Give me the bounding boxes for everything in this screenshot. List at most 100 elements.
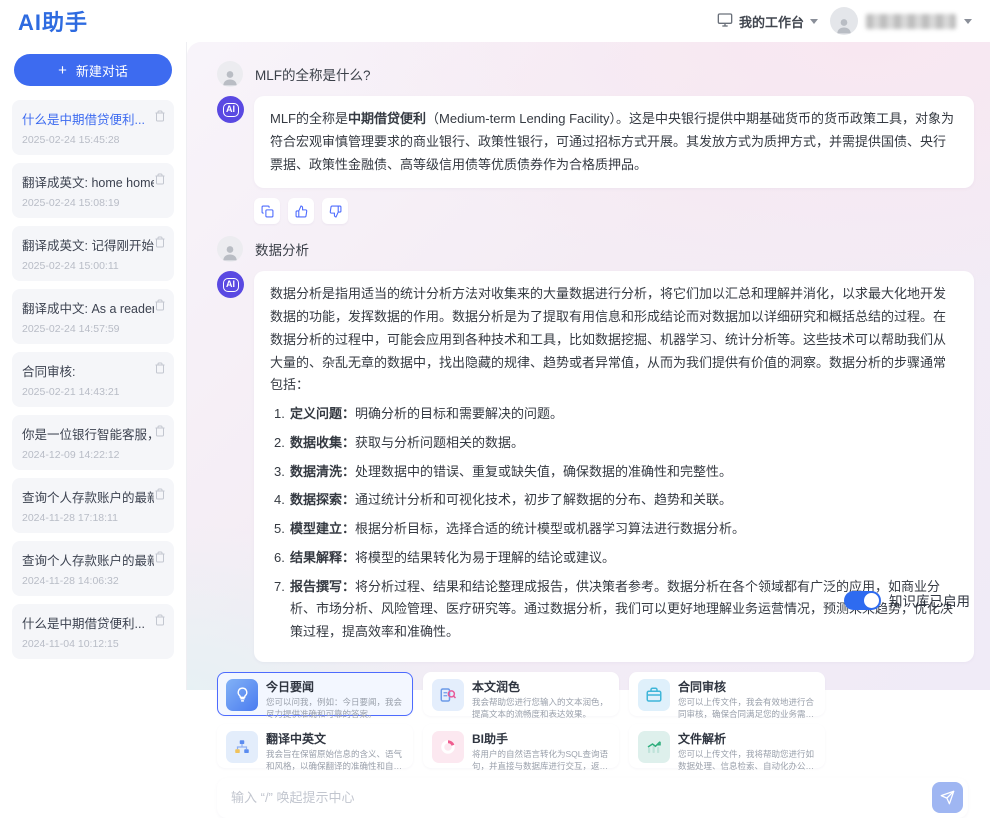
- document-search-icon: [432, 679, 464, 711]
- history-title: 你是一位银行智能客服，...: [22, 424, 154, 443]
- monitor-icon: [717, 12, 733, 31]
- history-time: 2024-11-04 10:12:15: [22, 638, 164, 650]
- history-title: 翻译成中文: As a reader...: [22, 298, 154, 317]
- chevron-down-icon: [810, 19, 818, 24]
- thumbs-up-button[interactable]: [288, 198, 314, 224]
- top-bar: AI助手 我的工作台: [0, 0, 990, 42]
- history-title: 翻译成英文: 记得刚开始...: [22, 235, 154, 254]
- history-item[interactable]: 翻译成英文: home home 2025-02-24 15:08:19: [12, 163, 174, 218]
- history-time: 2025-02-24 15:08:19: [22, 197, 164, 209]
- list-item: 结果解释：将模型的结果转化为易于理解的结论或建议。: [270, 547, 958, 570]
- feature-card-bi[interactable]: BI助手 将用户的自然语言转化为SQL查询语句，并直接与数据库进行交互，返回智能…: [423, 724, 619, 768]
- feature-desc: 我会帮助您进行您输入的文本润色，提高文本的流畅度和表达效果。: [472, 697, 610, 721]
- knowledge-base-toggle-group: 知识库已启用: [844, 590, 970, 610]
- copy-button[interactable]: [254, 198, 280, 224]
- ai-text-bold: 中期借贷便利: [348, 111, 426, 126]
- trash-icon[interactable]: [154, 361, 166, 379]
- history-title: 什么是中期借贷便利...: [22, 109, 154, 128]
- trash-icon[interactable]: [154, 424, 166, 442]
- history-item[interactable]: 翻译成英文: 记得刚开始... 2025-02-24 15:00:11: [12, 226, 174, 281]
- user-avatar-icon: [217, 236, 243, 262]
- trash-icon[interactable]: [154, 550, 166, 568]
- plus-icon: +: [58, 63, 67, 78]
- lightbulb-icon: [226, 679, 258, 711]
- history-time: 2025-02-21 14:43:21: [22, 386, 164, 398]
- user-avatar-icon: [217, 61, 243, 87]
- sitemap-icon: [226, 731, 258, 763]
- history-item[interactable]: 什么是中期借贷便利... 2025-02-24 15:45:28: [12, 100, 174, 155]
- chat-area: MLF的全称是什么? AI MLF的全称是中期借贷便利（Medium-term …: [187, 42, 990, 690]
- history-title: 查询个人存款账户的最新...: [22, 487, 154, 506]
- workbench-dropdown[interactable]: 我的工作台: [717, 12, 818, 31]
- user-message: 数据分析: [217, 236, 974, 262]
- feature-card-polish[interactable]: 本文润色 我会帮助您进行您输入的文本润色，提高文本的流畅度和表达效果。: [423, 672, 619, 716]
- ai-text: MLF的全称是: [270, 111, 348, 126]
- history-title: 翻译成英文: home home: [22, 172, 154, 191]
- history-time: 2025-02-24 15:00:11: [22, 260, 164, 272]
- trash-icon[interactable]: [154, 235, 166, 253]
- history-time: 2025-02-24 15:45:28: [22, 134, 164, 146]
- feature-title: 翻译中英文: [266, 730, 404, 747]
- feature-card-grid: 今日要闻 您可以问我，例如：今日要闻，我会尽力提供准确和可靠的答案。 本文润色 …: [217, 672, 825, 768]
- workbench-label: 我的工作台: [739, 12, 804, 31]
- list-item: 数据清洗：处理数据中的错误、重复或缺失值，确保数据的准确性和完整性。: [270, 461, 958, 484]
- trash-icon[interactable]: [154, 109, 166, 127]
- app-logo: AI助手: [18, 5, 88, 37]
- user-name-redacted: [866, 14, 956, 29]
- feature-title: 合同审核: [678, 678, 816, 695]
- history-item[interactable]: 你是一位银行智能客服，... 2024-12-09 14:22:12: [12, 415, 174, 470]
- feature-desc: 您可以上传文件，我会有效地进行合同审核，确保合同满足您的业务需求。: [678, 697, 816, 721]
- trash-icon[interactable]: [154, 172, 166, 190]
- ai-avatar-icon: AI: [217, 271, 244, 298]
- history-time: 2025-02-24 14:57:59: [22, 323, 164, 335]
- history-item[interactable]: 合同审核: 2025-02-21 14:43:21: [12, 352, 174, 407]
- feature-card-contract[interactable]: 合同审核 您可以上传文件，我会有效地进行合同审核，确保合同满足您的业务需求。: [629, 672, 825, 716]
- history-title: 什么是中期借贷便利...: [22, 613, 154, 632]
- feature-card-translate[interactable]: 翻译中英文 我会旨在保留原始信息的含义、语气和风格，以确保翻译的准确性和自然流畅…: [217, 724, 413, 768]
- chevron-down-icon: [964, 19, 972, 24]
- feature-desc: 我会旨在保留原始信息的含义、语气和风格，以确保翻译的准确性和自然流畅。: [266, 749, 404, 773]
- pie-chart-icon: [432, 731, 464, 763]
- avatar: [830, 7, 858, 35]
- send-button[interactable]: [932, 782, 963, 813]
- history-time: 2024-11-28 14:06:32: [22, 575, 164, 587]
- trash-icon[interactable]: [154, 487, 166, 505]
- list-item: 数据探索：通过统计分析和可视化技术，初步了解数据的分布、趋势和关联。: [270, 489, 958, 512]
- toggle-knob: [864, 593, 879, 608]
- feature-desc: 您可以上传文件，我将帮助您进行如数据处理、信息检索、自动化办公等。: [678, 749, 816, 773]
- history-item[interactable]: 查询个人存款账户的最新... 2024-11-28 14:06:32: [12, 541, 174, 596]
- history-time: 2024-12-09 14:22:12: [22, 449, 164, 461]
- list-item: 模型建立：根据分析目标，选择合适的统计模型或机器学习算法进行数据分析。: [270, 518, 958, 541]
- message-input-bar: [217, 778, 968, 818]
- thumbs-down-button[interactable]: [322, 198, 348, 224]
- history-title: 合同审核:: [22, 361, 154, 380]
- trash-icon[interactable]: [154, 298, 166, 316]
- new-chat-label: 新建对话: [76, 61, 128, 80]
- history-title: 查询个人存款账户的最新...: [22, 550, 154, 569]
- user-message-text: MLF的全称是什么?: [255, 64, 371, 84]
- ai-intro-paragraph: 数据分析是指用适当的统计分析方法对收集来的大量数据进行分析，将它们加以汇总和理解…: [270, 283, 958, 397]
- feature-title: 本文润色: [472, 678, 610, 695]
- feature-title: 今日要闻: [266, 678, 404, 695]
- trash-icon[interactable]: [154, 613, 166, 631]
- user-menu[interactable]: [830, 7, 972, 35]
- feature-card-news[interactable]: 今日要闻 您可以问我，例如：今日要闻，我会尽力提供准确和可靠的答案。: [217, 672, 413, 716]
- feature-desc: 将用户的自然语言转化为SQL查询语句，并直接与数据库进行交互，返回智能推荐的图表…: [472, 749, 610, 773]
- history-item[interactable]: 什么是中期借贷便利... 2024-11-04 10:12:15: [12, 604, 174, 659]
- feature-card-file[interactable]: 文件解析 您可以上传文件，我将帮助您进行如数据处理、信息检索、自动化办公等。: [629, 724, 825, 768]
- history-item[interactable]: 翻译成中文: As a reader... 2025-02-24 14:57:5…: [12, 289, 174, 344]
- knowledge-base-toggle[interactable]: [844, 591, 881, 610]
- message-input[interactable]: [231, 790, 932, 805]
- feature-desc: 您可以问我，例如：今日要闻，我会尽力提供准确和可靠的答案。: [266, 697, 404, 721]
- history-item[interactable]: 查询个人存款账户的最新... 2024-11-28 17:18:11: [12, 478, 174, 533]
- knowledge-base-label: 知识库已启用: [889, 590, 970, 610]
- ai-avatar-icon: AI: [217, 96, 244, 123]
- user-message-text: 数据分析: [255, 239, 309, 259]
- message-actions: [254, 198, 974, 224]
- sidebar: + 新建对话 什么是中期借贷便利... 2025-02-24 15:45:28 …: [0, 42, 187, 690]
- new-chat-button[interactable]: + 新建对话: [14, 54, 172, 86]
- history-time: 2024-11-28 17:18:11: [22, 512, 164, 524]
- list-item: 数据收集：获取与分析问题相关的数据。: [270, 432, 958, 455]
- user-message: MLF的全称是什么?: [217, 61, 974, 87]
- feature-title: BI助手: [472, 730, 610, 747]
